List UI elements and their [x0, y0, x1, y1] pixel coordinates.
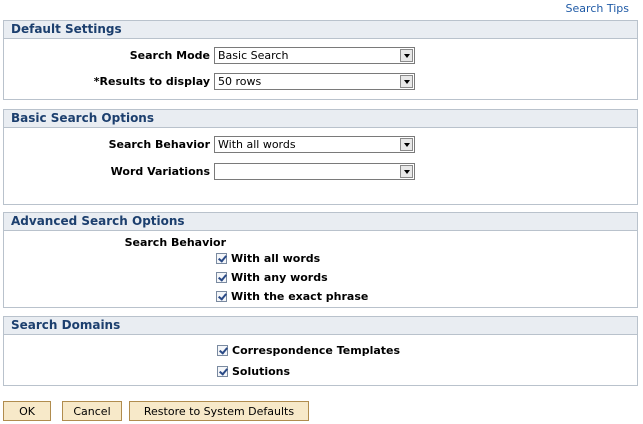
advanced-option-label: With any words: [231, 271, 328, 284]
advanced-behavior-label: Search Behavior: [124, 236, 226, 249]
restore-defaults-button[interactable]: Restore to System Defaults: [129, 401, 309, 421]
results-label: *Results to display: [93, 75, 210, 88]
word-variations-select[interactable]: [214, 163, 415, 180]
basic-search-group: Basic Search Options Search Behavior Wit…: [3, 109, 638, 205]
search-mode-value: Basic Search: [218, 49, 289, 62]
chevron-down-icon[interactable]: [400, 138, 413, 151]
checkbox-checked-icon[interactable]: [216, 253, 227, 264]
checkbox-checked-icon[interactable]: [216, 291, 227, 302]
checkbox-checked-icon[interactable]: [217, 366, 228, 377]
search-mode-select[interactable]: Basic Search: [214, 47, 415, 64]
basic-behavior-select[interactable]: With all words: [214, 136, 415, 153]
default-settings-group: Default Settings Search Mode Basic Searc…: [3, 20, 638, 100]
chevron-down-icon[interactable]: [400, 49, 413, 62]
results-value: 50 rows: [218, 75, 262, 88]
advanced-option-label: With all words: [231, 252, 321, 265]
search-tips-link[interactable]: Search Tips: [566, 2, 629, 15]
domain-option-label: Solutions: [232, 365, 291, 378]
advanced-search-group: Advanced Search Options Search Behavior …: [3, 212, 638, 308]
search-domains-group: Search Domains Correspondence Templates …: [3, 316, 638, 386]
domain-solutions[interactable]: Solutions: [217, 364, 290, 380]
basic-behavior-row: Search Behavior With all words: [4, 136, 637, 154]
domain-option-label: Correspondence Templates: [232, 344, 401, 357]
results-select[interactable]: 50 rows: [214, 73, 415, 90]
basic-behavior-label: Search Behavior: [108, 138, 210, 151]
results-row: *Results to display 50 rows: [4, 73, 637, 91]
advanced-option-any-words[interactable]: With any words: [216, 270, 328, 286]
word-variations-row: Word Variations: [4, 163, 637, 181]
cancel-button[interactable]: Cancel: [62, 401, 122, 421]
chevron-down-icon[interactable]: [400, 165, 413, 178]
advanced-option-label: With the exact phrase: [231, 290, 369, 303]
ok-button[interactable]: OK: [3, 401, 51, 421]
checkbox-checked-icon[interactable]: [217, 345, 228, 356]
domain-correspondence-templates[interactable]: Correspondence Templates: [217, 343, 400, 359]
word-variations-label: Word Variations: [110, 165, 210, 178]
advanced-option-exact-phrase[interactable]: With the exact phrase: [216, 289, 368, 305]
advanced-option-all-words[interactable]: With all words: [216, 251, 320, 267]
checkbox-checked-icon[interactable]: [216, 272, 227, 283]
search-mode-row: Search Mode Basic Search: [4, 47, 637, 65]
advanced-behavior-row: Search Behavior: [4, 234, 637, 252]
basic-behavior-value: With all words: [218, 138, 296, 151]
chevron-down-icon[interactable]: [400, 75, 413, 88]
basic-search-title: Basic Search Options: [4, 110, 637, 128]
search-mode-label: Search Mode: [129, 49, 210, 62]
search-domains-title: Search Domains: [4, 317, 637, 335]
default-settings-title: Default Settings: [4, 21, 637, 39]
advanced-search-title: Advanced Search Options: [4, 213, 637, 231]
